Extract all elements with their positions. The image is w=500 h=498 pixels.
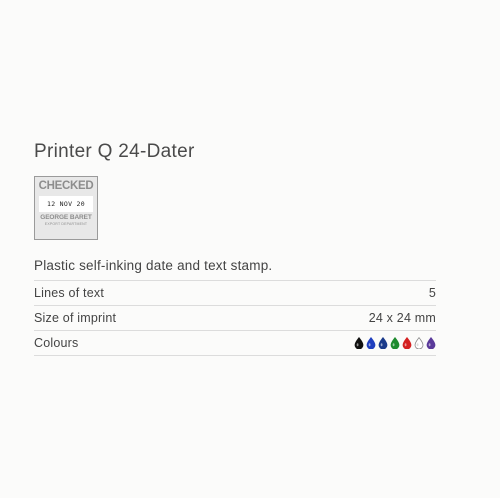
- colour-swatches: [354, 337, 436, 349]
- ink-drop-black-icon[interactable]: [354, 337, 364, 349]
- spec-label: Size of imprint: [34, 311, 117, 325]
- stamp-text-checked: CHECKED: [38, 180, 94, 192]
- spec-label: Colours: [34, 336, 79, 350]
- product-description: Plastic self-inking date and text stamp.: [34, 258, 273, 273]
- spec-value: 5: [428, 286, 436, 300]
- product-title: Printer Q 24-Dater: [34, 141, 195, 162]
- ink-drop-green-icon[interactable]: [390, 337, 400, 349]
- ink-drop-white-icon[interactable]: [414, 337, 424, 349]
- stamp-date-band: 12 NOV 20: [39, 196, 93, 212]
- ink-drop-blue-icon[interactable]: [366, 337, 376, 349]
- spec-row-size-of-imprint: Size of imprint 24 x 24 mm: [34, 305, 436, 330]
- ink-drop-navy-icon[interactable]: [378, 337, 388, 349]
- spec-row-colours: Colours: [34, 330, 436, 356]
- stamp-imprint-image: CHECKED 12 NOV 20 GEORGE BARET EXPORT DE…: [34, 176, 98, 240]
- spec-row-lines-of-text: Lines of text 5: [34, 280, 436, 305]
- spec-value: 24 x 24 mm: [368, 311, 436, 325]
- spec-table: Lines of text 5 Size of imprint 24 x 24 …: [34, 280, 436, 356]
- stamp-text-department: EXPORT DEPARTMENT: [44, 222, 88, 226]
- ink-drop-violet-icon[interactable]: [426, 337, 436, 349]
- spec-label: Lines of text: [34, 286, 105, 300]
- stamp-text-name: GEORGE BARET: [40, 214, 92, 221]
- product-card: Printer Q 24-Dater CHECKED 12 NOV 20 GEO…: [34, 140, 436, 356]
- ink-drop-red-icon[interactable]: [402, 337, 412, 349]
